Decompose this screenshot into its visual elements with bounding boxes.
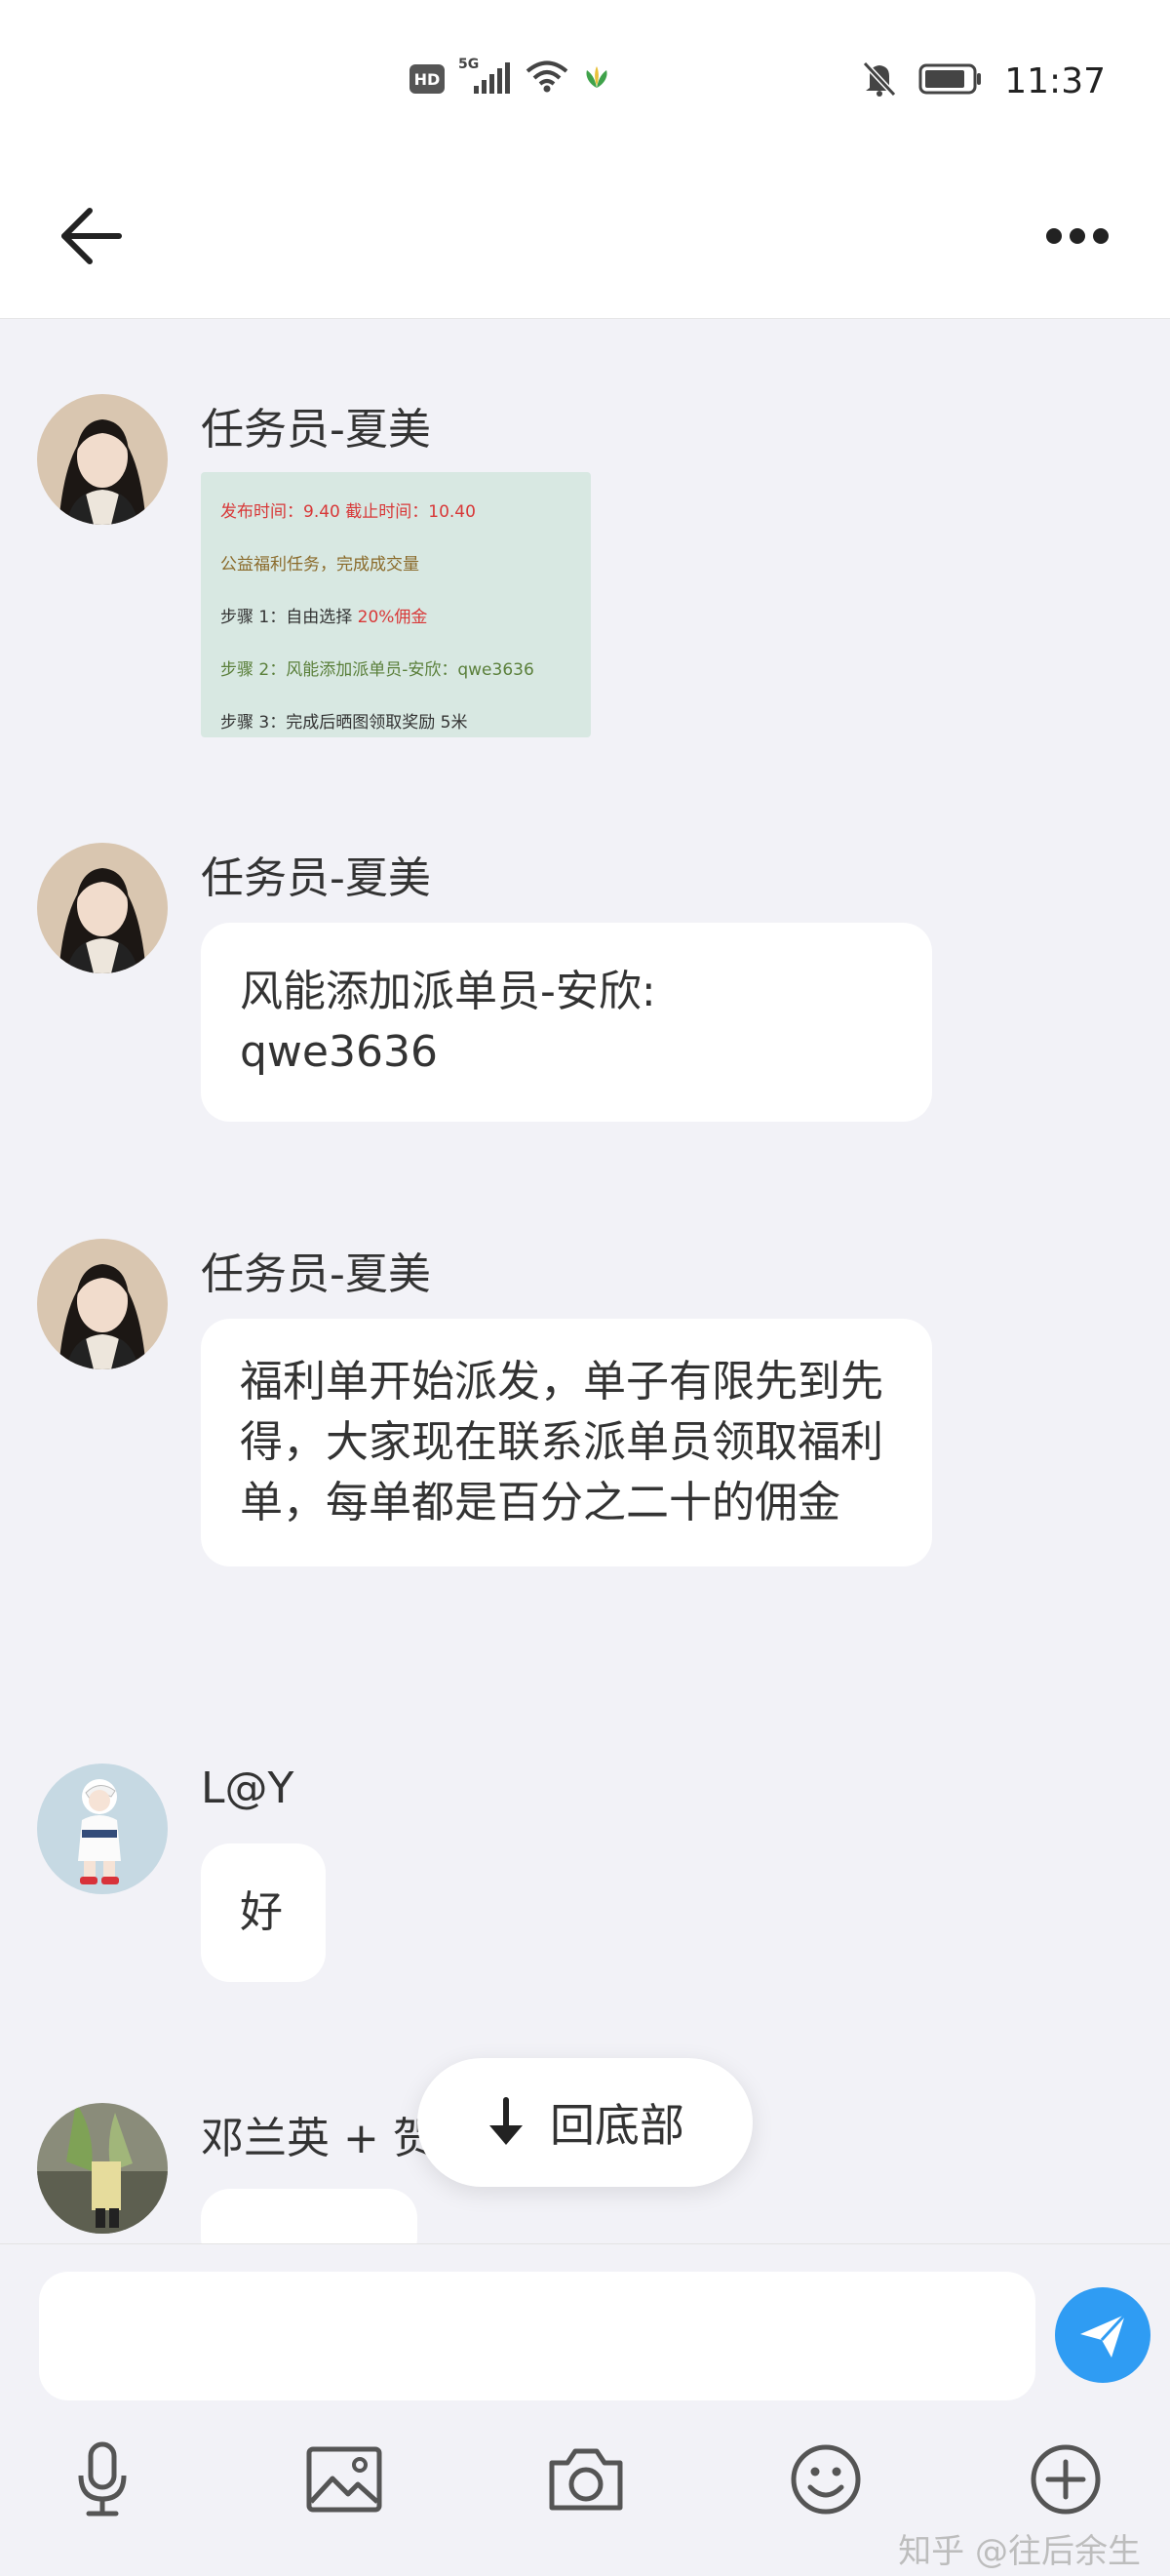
mute-icon <box>862 60 897 101</box>
battery-icon <box>918 62 983 99</box>
image-text: 10.40 <box>428 502 476 522</box>
image-button[interactable] <box>300 2436 388 2523</box>
voice-button[interactable] <box>58 2436 146 2523</box>
status-time: 11:37 <box>1004 60 1106 101</box>
image-line: 发布时间：9.40 截止时间：10.40 <box>220 486 571 538</box>
send-button[interactable] <box>1055 2287 1150 2383</box>
avatar[interactable] <box>37 2103 168 2234</box>
microphone-icon <box>78 2441 127 2517</box>
more-button[interactable] <box>1043 211 1112 261</box>
more-dots-icon <box>1046 228 1109 244</box>
wifi-icon <box>525 60 569 98</box>
avatar[interactable] <box>37 843 168 973</box>
image-message[interactable]: 发布时间：9.40 截止时间：10.40 公益福利任务，完成成交量 步骤 1：自… <box>201 472 591 737</box>
camera-icon <box>549 2448 623 2511</box>
sender-name: L@Y <box>201 1764 294 1813</box>
sender-name: 任务员-夏美 <box>201 853 431 903</box>
status-icons-right: 11:37 <box>862 60 1106 101</box>
message-item: 任务员-夏美 发布时间：9.40 截止时间：10.40 公益福利任务，完成成交量… <box>37 394 1110 765</box>
image-line: 步骤 1：自由选择 20%佣金 <box>220 591 571 644</box>
message-bubble[interactable]: 好 <box>201 1843 326 1982</box>
image-text: 步骤 1：自由选择 <box>220 608 358 627</box>
arrow-left-icon <box>61 208 122 264</box>
watermark: 知乎 @往后余生 <box>898 2532 1141 2571</box>
message-item: 任务员-夏美 风能添加派单员-安欣: qwe3636 <box>37 843 1110 1155</box>
image-icon <box>306 2446 382 2513</box>
hd-icon: HD <box>410 64 445 94</box>
send-icon <box>1080 2313 1127 2358</box>
message-bubble[interactable] <box>201 2189 417 2243</box>
signal-icon: 5G <box>458 57 511 96</box>
sender-name: 任务员-夏美 <box>201 1249 431 1299</box>
sender-name: 任务员-夏美 <box>201 405 431 455</box>
message-input[interactable] <box>39 2272 1035 2400</box>
image-text: 9.40 <box>303 502 340 522</box>
chat-header <box>0 176 1170 319</box>
sender-name: 邓兰英 + 贺 <box>201 2114 436 2163</box>
message-item: L@Y 好 <box>37 1764 1110 1998</box>
plus-circle-icon <box>1031 2444 1101 2515</box>
avatar[interactable] <box>37 1239 168 1369</box>
back-button[interactable] <box>57 201 127 271</box>
camera-button[interactable] <box>542 2436 630 2523</box>
avatar[interactable] <box>37 394 168 525</box>
arrow-down-icon <box>489 2097 523 2145</box>
image-text: 20%佣金 <box>357 608 428 627</box>
image-text: 发布时间： <box>220 502 303 522</box>
scroll-to-bottom-label: 回底部 <box>550 2099 684 2152</box>
status-bar: HD 5G 11:37 <box>0 0 1170 176</box>
message-bubble[interactable]: 福利单开始派发，单子有限先到先得，大家现在联系派单员领取福利单，每单都是百分之二… <box>201 1319 932 1566</box>
emoji-icon <box>791 2444 861 2515</box>
image-line: 步骤 2：风能添加派单员-安欣：qwe3636 <box>220 660 534 680</box>
scroll-to-bottom-button[interactable]: 回底部 <box>417 2058 753 2187</box>
image-line: 步骤 3：完成后晒图领取奖励 5米 <box>220 713 468 733</box>
status-icons-center: HD 5G <box>410 57 610 98</box>
message-bubble[interactable]: 风能添加派单员-安欣: qwe3636 <box>201 923 932 1122</box>
emoji-button[interactable] <box>782 2436 870 2523</box>
image-line: 公益福利任务，完成成交量 <box>220 555 419 575</box>
image-text: 截止时间： <box>345 502 429 522</box>
message-list[interactable]: 任务员-夏美 发布时间：9.40 截止时间：10.40 公益福利任务，完成成交量… <box>0 318 1170 2243</box>
avatar[interactable] <box>37 1764 168 1894</box>
app-notification-icon <box>583 64 610 94</box>
message-item: 任务员-夏美 福利单开始派发，单子有限先到先得，大家现在联系派单员领取福利单，每… <box>37 1239 1110 1668</box>
more-actions-button[interactable] <box>1022 2436 1110 2523</box>
